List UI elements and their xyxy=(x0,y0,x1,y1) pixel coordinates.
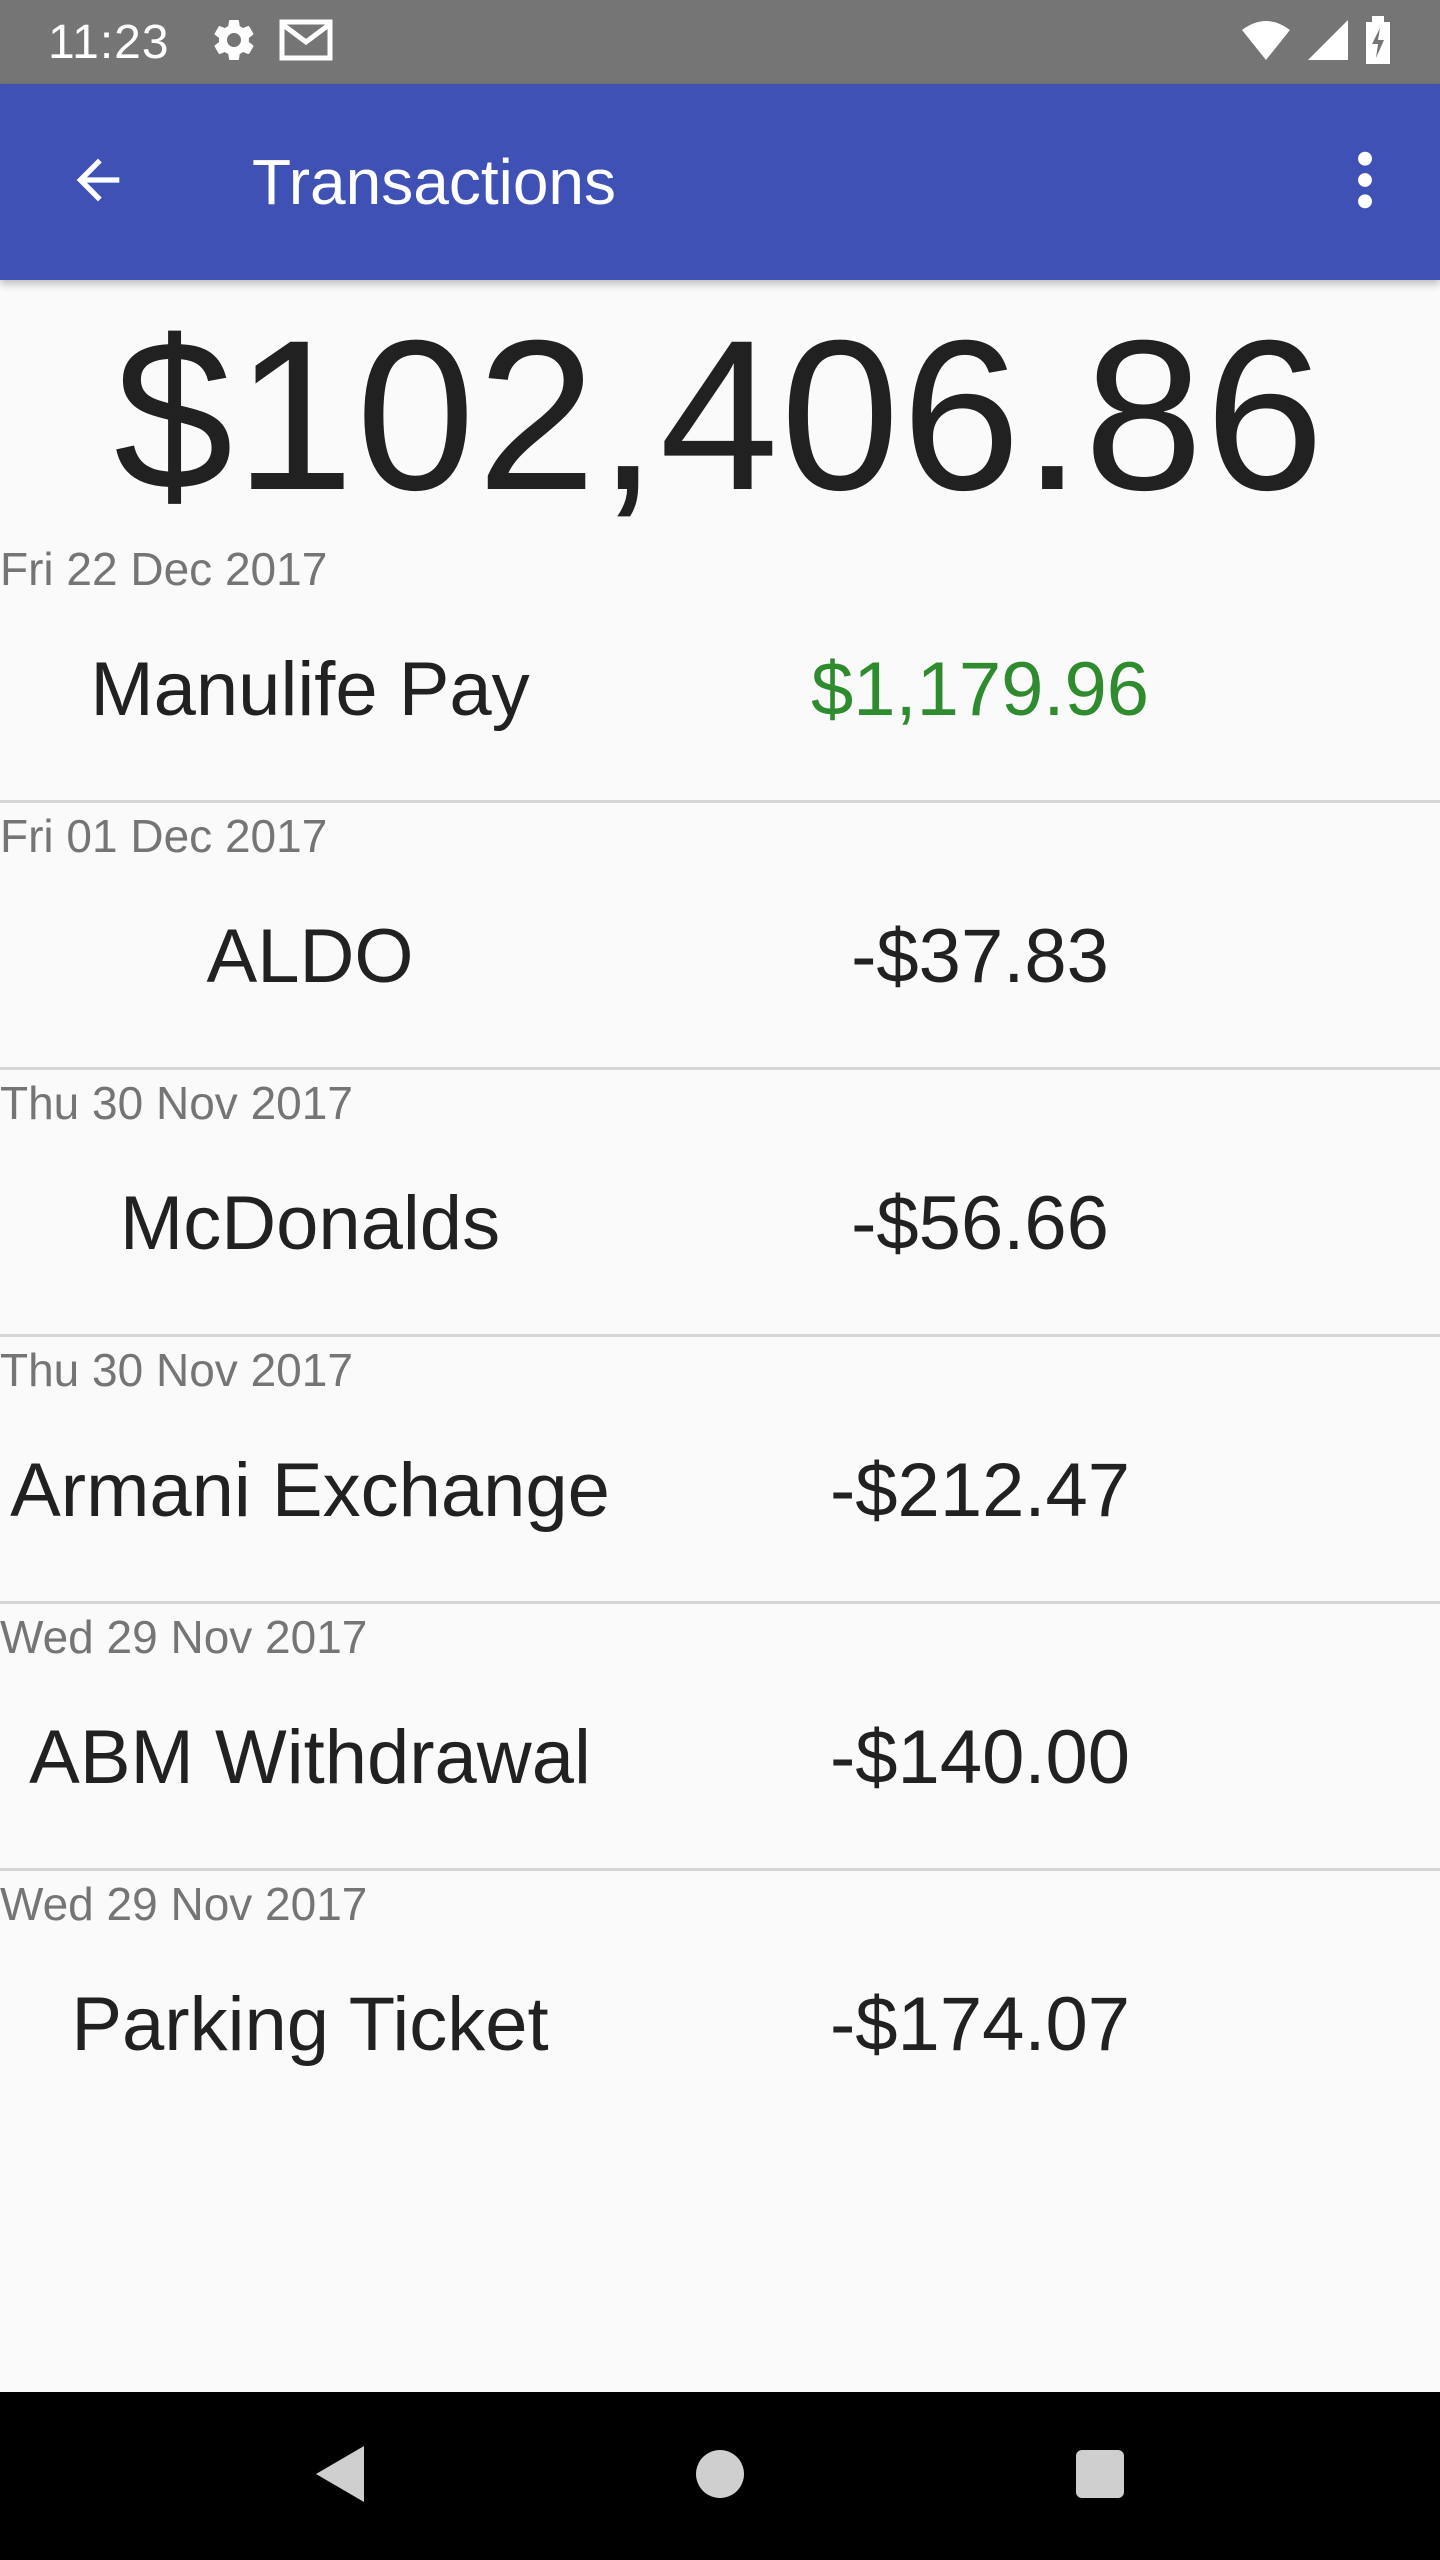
transaction-row[interactable]: Wed 29 Nov 2017 ABM Withdrawal -$140.00 xyxy=(0,1604,1440,1871)
transaction-amount: -$37.83 xyxy=(851,914,1109,999)
transaction-row[interactable]: Fri 01 Dec 2017 ALDO -$37.83 xyxy=(0,803,1440,1070)
app-bar: Transactions xyxy=(0,84,1440,280)
battery-charging-icon xyxy=(1364,15,1392,69)
transaction-name: Armani Exchange xyxy=(10,1448,610,1533)
back-triangle-icon xyxy=(312,2444,368,2509)
page-title: Transactions xyxy=(252,146,616,218)
transaction-name: ALDO xyxy=(206,914,414,999)
transaction-date: Fri 01 Dec 2017 xyxy=(0,810,328,862)
transaction-amount: -$56.66 xyxy=(851,1181,1109,1266)
recents-square-icon xyxy=(1074,2448,1126,2505)
transaction-row[interactable]: Wed 29 Nov 2017 Parking Ticket -$174.07 xyxy=(0,1871,1440,2138)
gmail-icon xyxy=(278,16,334,69)
status-time: 11:23 xyxy=(48,15,170,69)
gear-icon xyxy=(210,16,258,69)
transaction-row[interactable]: Thu 30 Nov 2017 Armani Exchange -$212.47 xyxy=(0,1337,1440,1604)
transaction-amount: -$174.07 xyxy=(829,1982,1131,2067)
transaction-date: Wed 29 Nov 2017 xyxy=(0,1611,368,1663)
transaction-amount: -$212.47 xyxy=(829,1448,1131,1533)
transaction-date: Thu 30 Nov 2017 xyxy=(0,1077,353,1129)
system-nav-bar xyxy=(0,2392,1440,2560)
transaction-name: ABM Withdrawal xyxy=(29,1715,591,1800)
transaction-amount: -$140.00 xyxy=(829,1715,1131,1800)
transaction-name: Manulife Pay xyxy=(90,647,530,732)
nav-home-button[interactable] xyxy=(530,2392,910,2560)
transaction-row[interactable]: Fri 22 Dec 2017 Manulife Pay $1,179.96 xyxy=(0,536,1440,803)
overflow-menu-button[interactable] xyxy=(1290,84,1440,280)
nav-back-button[interactable] xyxy=(150,2392,530,2560)
account-balance: $102,406.86 xyxy=(113,296,1327,535)
transaction-date: Wed 29 Nov 2017 xyxy=(0,1878,368,1930)
signal-icon xyxy=(1306,18,1350,67)
wifi-icon xyxy=(1240,18,1292,67)
status-icons-left xyxy=(210,16,334,69)
more-vert-icon xyxy=(1355,148,1375,217)
home-circle-icon xyxy=(694,2448,746,2505)
back-button[interactable] xyxy=(0,84,196,280)
arrow-back-icon xyxy=(66,148,130,217)
transaction-amount: $1,179.96 xyxy=(810,647,1150,732)
status-bar: 11:23 xyxy=(0,0,1440,84)
transaction-name: Parking Ticket xyxy=(71,1982,549,2067)
transaction-name: McDonalds xyxy=(119,1181,501,1266)
transaction-date: Thu 30 Nov 2017 xyxy=(0,1344,353,1396)
transaction-row[interactable]: Thu 30 Nov 2017 McDonalds -$56.66 xyxy=(0,1070,1440,1337)
transaction-date: Fri 22 Dec 2017 xyxy=(0,543,328,595)
nav-recents-button[interactable] xyxy=(910,2392,1290,2560)
transaction-list: Fri 22 Dec 2017 Manulife Pay $1,179.96 F… xyxy=(0,536,1440,2138)
status-icons-right xyxy=(1240,15,1392,69)
